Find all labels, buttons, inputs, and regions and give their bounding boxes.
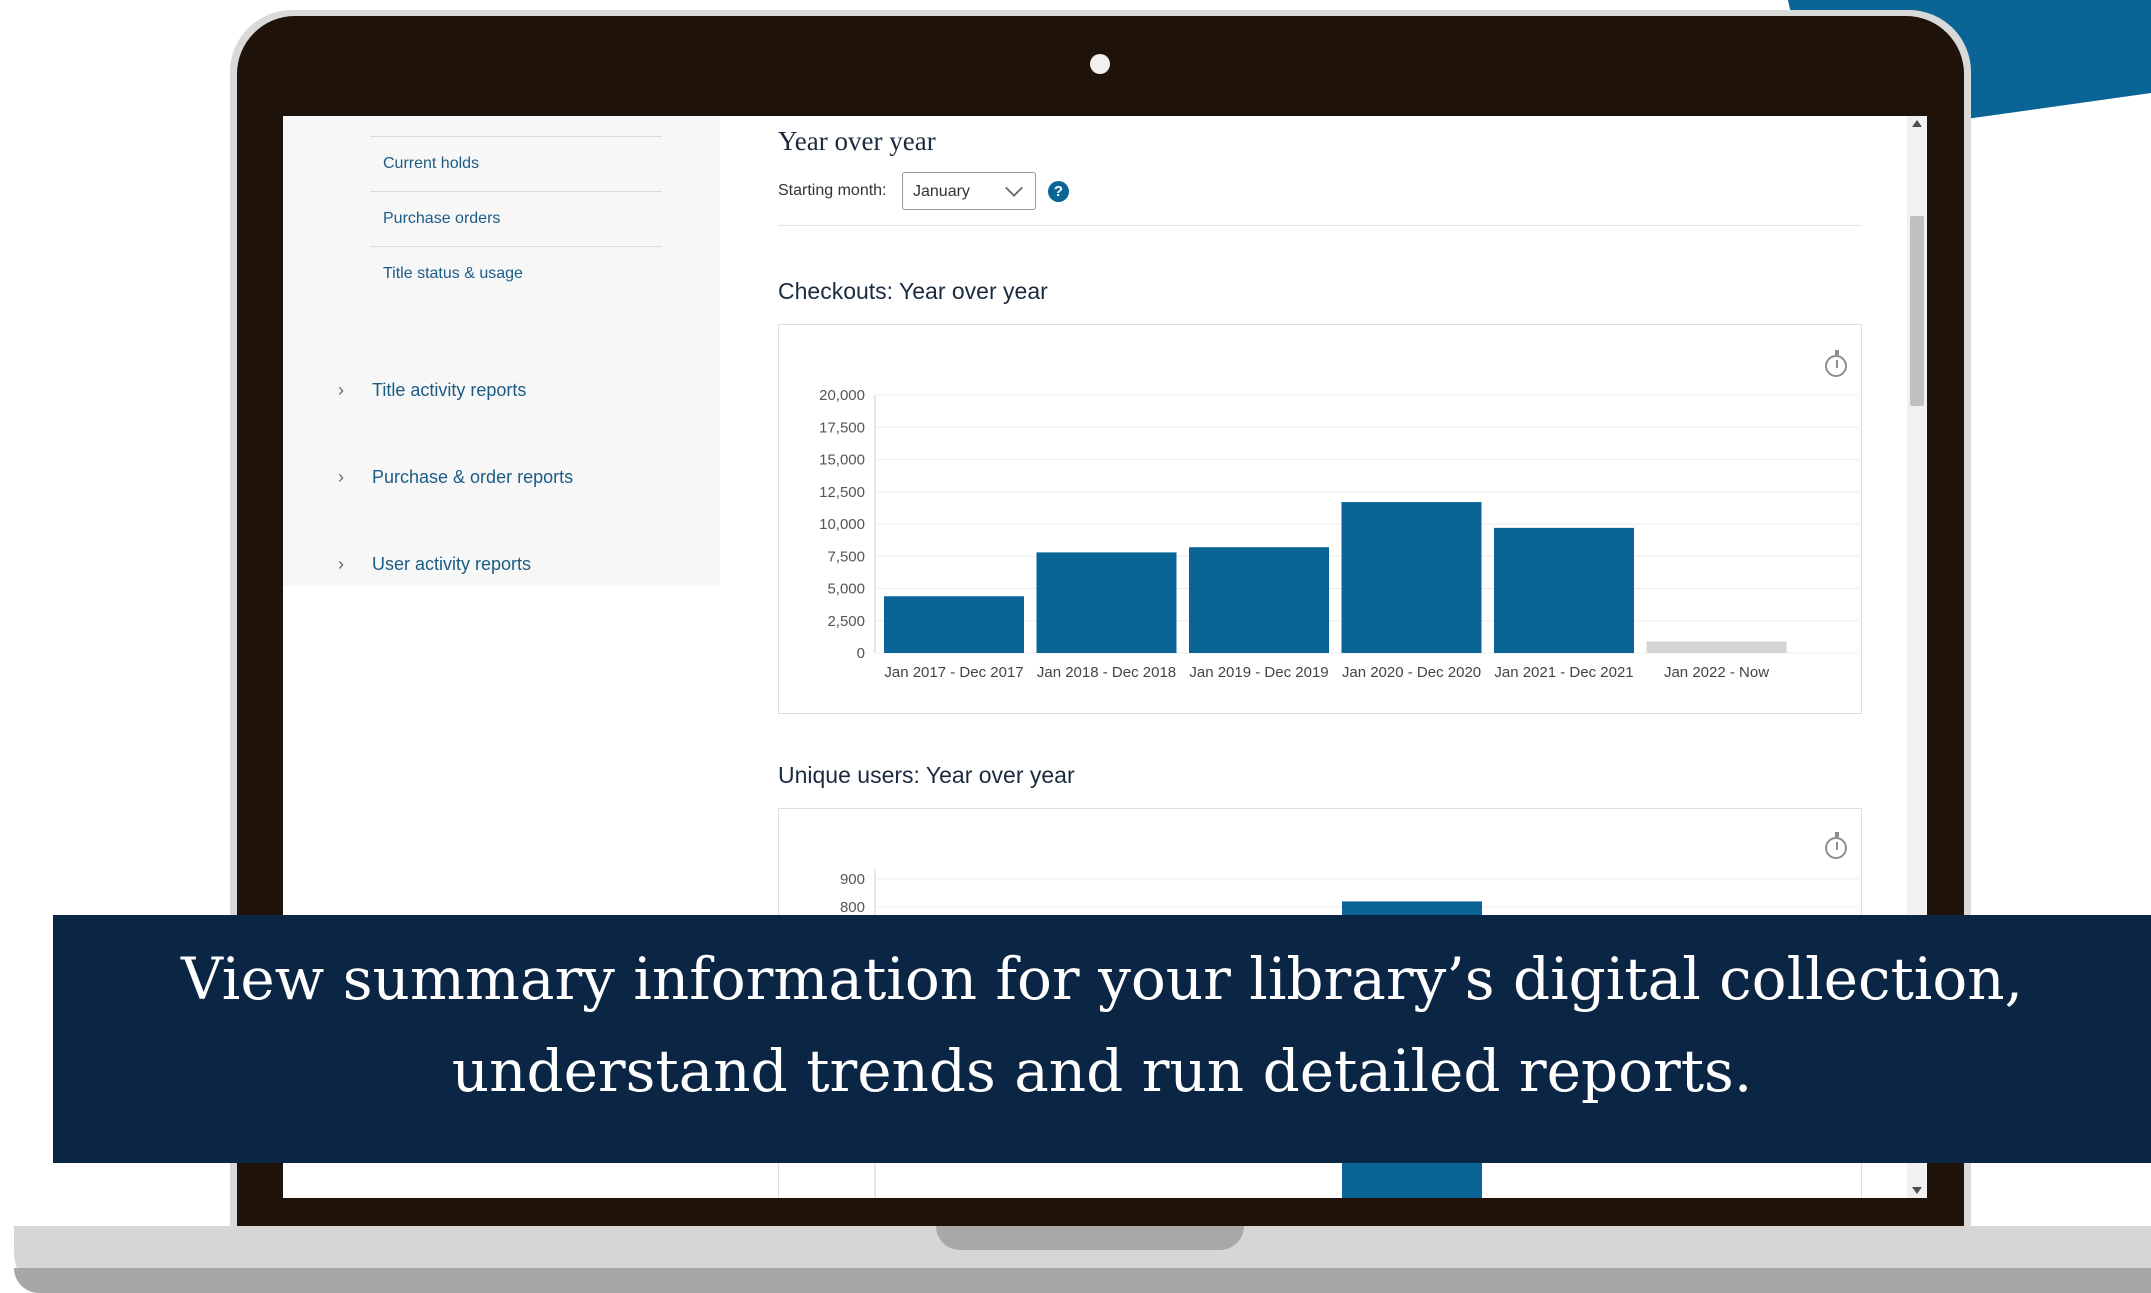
- reports-sidebar: Current holds Purchase orders Title stat…: [283, 116, 720, 586]
- scroll-down-arrow-icon[interactable]: [1912, 1187, 1922, 1194]
- sidebar-group-label: User activity reports: [372, 553, 532, 574]
- chevron-right-icon: ›: [338, 553, 344, 574]
- sidebar-item-label: Title status & usage: [383, 264, 523, 282]
- starting-month-select[interactable]: January: [902, 172, 1036, 210]
- bar: [1189, 547, 1329, 653]
- sidebar-group-label: Title activity reports: [372, 379, 527, 400]
- y-tick-label: 12,500: [819, 484, 865, 501]
- checkouts-chart-svg: 0 2,500 5,000 7,500 10,000 12,500 15,000 17,500…: [819, 387, 1859, 681]
- starting-month-value: January: [913, 183, 970, 200]
- camera-dot: [1090, 54, 1110, 74]
- y-tick-label: 15,000: [819, 452, 865, 469]
- y-tick-label: 7,500: [827, 548, 865, 565]
- bar: [1646, 641, 1787, 653]
- divider: [778, 225, 1861, 226]
- chevron-right-icon: ›: [338, 466, 344, 487]
- sidebar-item-current-holds[interactable]: Current holds: [370, 136, 662, 190]
- x-tick-label: Jan 2020 - Dec 2020: [1342, 664, 1481, 681]
- sidebar-item-label: Purchase orders: [383, 209, 501, 227]
- sidebar-item-title-status-usage[interactable]: Title status & usage: [370, 246, 662, 300]
- sidebar-group-purchase-order[interactable]: › Purchase & order reports: [338, 462, 573, 492]
- caption-banner: View summary information for your librar…: [53, 915, 2151, 1163]
- chevron-right-icon: ›: [338, 379, 344, 400]
- sidebar-group-user-activity[interactable]: › User activity reports: [338, 549, 531, 579]
- y-tick-label: 20,000: [819, 387, 865, 404]
- unique-users-chart-title: Unique users: Year over year: [778, 762, 1075, 788]
- page-title: Year over year: [778, 126, 936, 156]
- starting-month-label: Starting month:: [778, 182, 887, 199]
- y-tick-label: 17,500: [819, 419, 865, 436]
- scroll-thumb[interactable]: [1910, 216, 1924, 406]
- checkouts-chart: 0 2,500 5,000 7,500 10,000 12,500 15,000 17,500…: [778, 324, 1862, 714]
- y-tick-label: 800: [840, 899, 865, 916]
- x-tick-label: Jan 2017 - Dec 2017: [884, 664, 1023, 681]
- x-tick-label: Jan 2018 - Dec 2018: [1037, 664, 1176, 681]
- sidebar-group-title-activity[interactable]: › Title activity reports: [338, 375, 526, 405]
- bar: [1036, 552, 1177, 653]
- x-tick-label: Jan 2021 - Dec 2021: [1494, 664, 1633, 681]
- checkouts-chart-title: Checkouts: Year over year: [778, 278, 1048, 304]
- timer-icon[interactable]: [1825, 350, 1847, 377]
- help-icon[interactable]: ?: [1048, 181, 1069, 202]
- chevron-down-icon: [1005, 179, 1023, 197]
- scroll-up-arrow-icon[interactable]: [1912, 120, 1922, 127]
- bar: [1494, 527, 1634, 653]
- bar: [1341, 502, 1482, 653]
- sidebar-item-purchase-orders[interactable]: Purchase orders: [370, 191, 662, 245]
- sidebar-item-label: Current holds: [383, 154, 480, 172]
- caption-line-1: View summary information for your librar…: [180, 945, 2024, 1013]
- y-tick-label: 5,000: [827, 581, 865, 598]
- bar: [884, 596, 1024, 653]
- y-tick-label: 10,000: [819, 516, 865, 533]
- y-tick-label: 0: [857, 645, 865, 662]
- caption-line-2: understand trends and run detailed repor…: [451, 1037, 1753, 1105]
- laptop-base-edge: [14, 1268, 2151, 1293]
- y-tick-label: 2,500: [827, 613, 865, 630]
- timer-icon[interactable]: [1825, 832, 1847, 859]
- laptop-notch: [936, 1226, 1244, 1250]
- y-tick-label: 900: [840, 871, 865, 888]
- x-tick-label: Jan 2022 - Now: [1664, 664, 1769, 681]
- x-tick-label: Jan 2019 - Dec 2019: [1189, 664, 1328, 681]
- sidebar-group-label: Purchase & order reports: [372, 466, 574, 487]
